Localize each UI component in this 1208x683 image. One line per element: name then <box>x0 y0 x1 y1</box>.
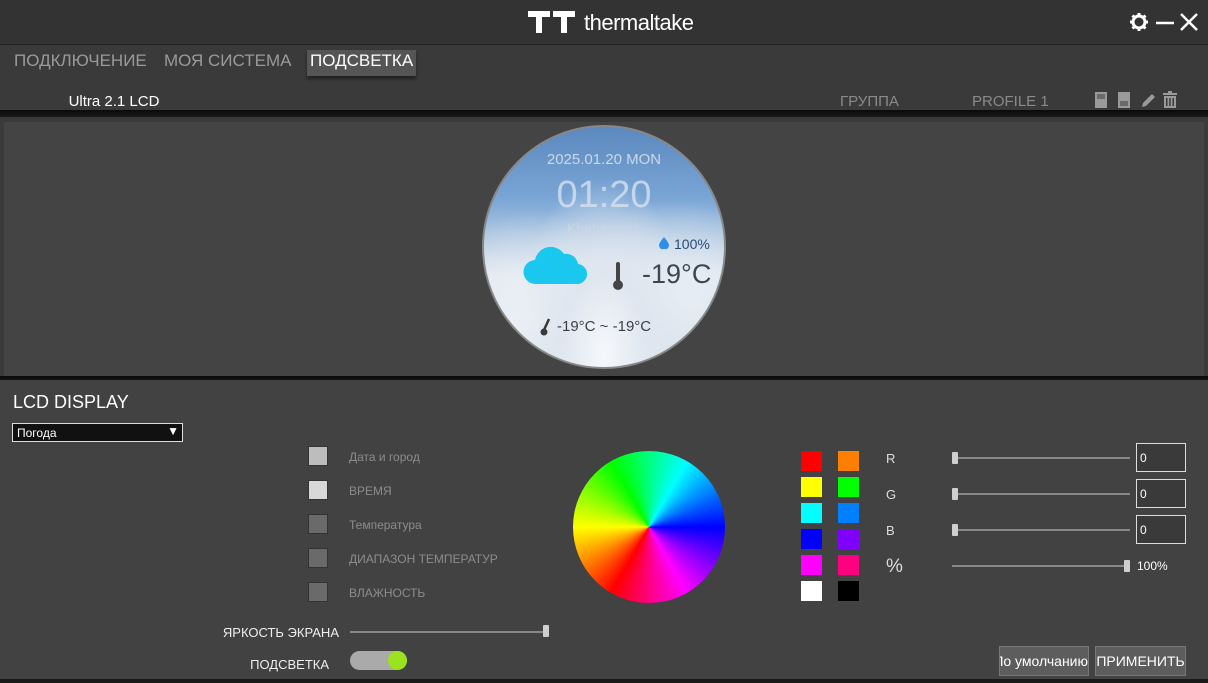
brightness-label: ЯРКОСТЬ ЭКРАНА <box>222 625 339 640</box>
lcd-temp-range: -19°C ~ -19°C <box>557 318 652 335</box>
main-nav: ПОДКЛЮЧЕНИЕ МОЯ СИСТЕМА ПОДСВЕТКА Ultra … <box>0 45 1208 115</box>
intensity-value: 100% <box>1137 559 1168 573</box>
option-time-label: ВРЕМЯ <box>349 484 392 498</box>
profile-label[interactable]: PROFILE 1 <box>972 93 1049 110</box>
settings-gear-icon[interactable] <box>1126 9 1152 35</box>
backlight-label: ПОДСВЕТКА <box>250 657 329 672</box>
thermaltake-logo: thermaltake <box>528 10 694 36</box>
save-icon[interactable] <box>1094 91 1110 111</box>
group-label[interactable]: ГРУППА <box>840 93 899 110</box>
display-mode-value: Погода <box>17 426 57 440</box>
lcd-humidity: 100% <box>674 236 710 252</box>
display-mode-select[interactable]: Погода ▼ <box>12 423 183 442</box>
color-swatch[interactable] <box>801 477 822 497</box>
bottom-edge <box>0 679 1208 683</box>
lcd-temperature: -19°C <box>642 259 712 289</box>
title-bar: thermaltake <box>0 0 1208 45</box>
default-button[interactable]: По умолчанию <box>999 646 1089 676</box>
intensity-slider-thumb[interactable] <box>1124 560 1130 572</box>
apply-button-label: ПРИМЕНИТЬ <box>1096 653 1185 669</box>
edit-icon[interactable] <box>1140 91 1156 111</box>
lcd-city: Khabarovsk <box>567 220 641 236</box>
lcd-preview: 2025.01.20 MON 01:20 Khabarovsk 100% -19… <box>482 125 726 369</box>
tt-logo-icon <box>528 11 576 35</box>
color-swatch[interactable] <box>838 451 859 471</box>
tab-lighting[interactable]: ПОДСВЕТКА <box>307 50 417 76</box>
cloud-icon <box>522 242 588 291</box>
color-swatch[interactable] <box>801 529 822 549</box>
divider <box>0 110 1208 117</box>
r-slider-thumb[interactable] <box>952 452 958 464</box>
color-wheel[interactable] <box>573 451 725 603</box>
apply-button[interactable]: ПРИМЕНИТЬ <box>1095 646 1186 676</box>
b-value-input[interactable]: 0 <box>1136 515 1186 544</box>
color-swatch[interactable] <box>838 503 859 523</box>
option-temp-range-label: ДИАПАЗОН ТЕМПЕРАТУР <box>349 552 498 566</box>
delete-icon[interactable] <box>1162 91 1178 111</box>
thermometer-small-icon <box>540 318 552 341</box>
checkbox-time[interactable] <box>308 480 328 500</box>
checkbox-date-city[interactable] <box>308 446 328 466</box>
color-swatch[interactable] <box>838 477 859 497</box>
b-slider[interactable] <box>952 529 1130 531</box>
brand-name: thermaltake <box>584 10 694 35</box>
minimize-icon[interactable] <box>1152 9 1178 35</box>
g-label: G <box>886 487 897 502</box>
toggle-knob <box>388 651 407 670</box>
backlight-toggle[interactable] <box>350 651 407 670</box>
g-value-input[interactable]: 0 <box>1136 479 1186 508</box>
default-button-label: По умолчанию <box>999 653 1088 669</box>
close-icon[interactable] <box>1176 9 1202 35</box>
tab-my-system[interactable]: МОЯ СИСТЕМА <box>164 51 291 71</box>
option-temperature-label: Температура <box>349 518 422 532</box>
brightness-slider[interactable] <box>350 631 546 633</box>
intensity-slider[interactable] <box>952 565 1130 567</box>
humidity-drop-icon <box>659 236 669 254</box>
dropdown-arrow-icon: ▼ <box>167 424 179 438</box>
r-slider[interactable] <box>952 457 1130 459</box>
lcd-date: 2025.01.20 MON <box>546 151 662 168</box>
r-label: R <box>886 451 896 466</box>
checkbox-temperature[interactable] <box>308 514 328 534</box>
option-humidity-label: ВЛАЖНОСТЬ <box>349 586 426 600</box>
color-swatch[interactable] <box>838 529 859 549</box>
checkbox-humidity[interactable] <box>308 582 328 602</box>
percent-label: % <box>886 556 903 577</box>
load-icon[interactable] <box>1117 91 1133 111</box>
checkbox-temp-range[interactable] <box>308 548 328 568</box>
color-swatch[interactable] <box>801 503 822 523</box>
lcd-time: 01:20 <box>556 174 652 216</box>
color-swatch[interactable] <box>838 581 859 601</box>
section-title: LCD DISPLAY <box>13 392 129 412</box>
brightness-slider-thumb[interactable] <box>543 625 549 637</box>
color-swatch[interactable] <box>801 581 822 601</box>
r-value-input[interactable]: 0 <box>1136 443 1186 472</box>
thermometer-icon <box>611 261 625 296</box>
option-date-city-label: Дата и город <box>349 450 420 464</box>
color-swatch[interactable] <box>801 555 822 575</box>
color-swatch[interactable] <box>838 555 859 575</box>
tab-connection[interactable]: ПОДКЛЮЧЕНИЕ <box>14 51 147 71</box>
b-slider-thumb[interactable] <box>952 524 958 536</box>
color-swatch[interactable] <box>801 451 822 471</box>
b-label: B <box>886 523 895 538</box>
g-slider[interactable] <box>952 493 1130 495</box>
g-slider-thumb[interactable] <box>952 488 958 500</box>
